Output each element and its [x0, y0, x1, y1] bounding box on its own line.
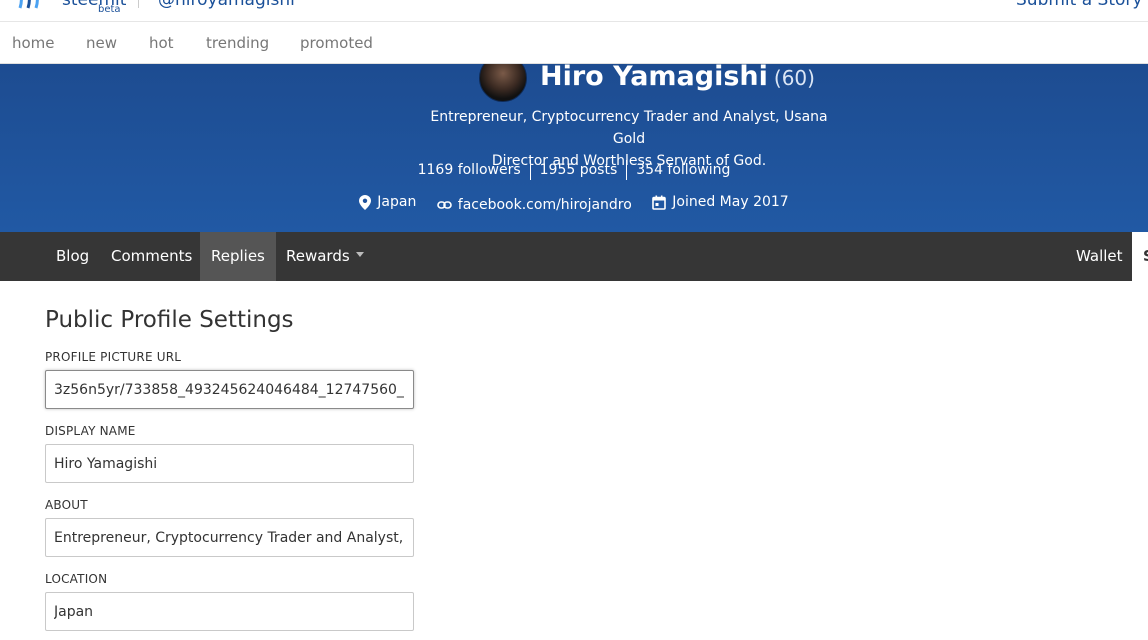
tab-settings-label: S: [1143, 247, 1148, 265]
followers-count[interactable]: 1169 followers: [409, 158, 530, 182]
sort-trending[interactable]: trending: [206, 34, 269, 52]
tab-comments[interactable]: Comments: [100, 232, 203, 281]
profile-name-text: Hiro Yamagishi: [540, 64, 768, 92]
tab-replies-label: Replies: [211, 247, 265, 265]
tab-rewards[interactable]: Rewards: [275, 232, 375, 281]
steemit-logo-icon[interactable]: [16, 0, 46, 12]
following-count[interactable]: 354 following: [627, 158, 739, 182]
profile-tabs: Blog Comments Replies Rewards Wallet: [0, 232, 1132, 281]
profile-name: Hiro Yamagishi (60): [540, 64, 815, 92]
profile-picture-label: PROFILE PICTURE URL: [45, 350, 182, 364]
calendar-icon: [652, 195, 667, 210]
profile-stats: 1169 followers 1955 posts 354 following: [0, 158, 1148, 182]
profile-banner: Hiro Yamagishi (60) Entrepreneur, Cryptoc…: [0, 64, 1148, 232]
posts-count: 1955 posts: [539, 162, 618, 178]
beta-label: beta: [98, 4, 121, 15]
reputation-score: (60): [773, 66, 815, 90]
avatar[interactable]: [479, 64, 527, 102]
tab-wallet[interactable]: Wallet: [1065, 232, 1134, 281]
profile-joined: Joined May 2017: [652, 194, 789, 210]
website-link[interactable]: facebook.com/hirojandro: [458, 197, 632, 213]
tab-blog-label: Blog: [56, 247, 90, 265]
about-input[interactable]: [45, 518, 414, 557]
link-icon: [436, 200, 452, 209]
tab-comments-label: Comments: [111, 247, 193, 265]
display-name-input[interactable]: [45, 444, 414, 483]
sort-new[interactable]: new: [86, 34, 117, 52]
sort-home[interactable]: home: [12, 34, 55, 52]
profile-meta: Japan facebook.com/hirojandro Joined May…: [0, 194, 1148, 214]
tab-replies[interactable]: Replies: [200, 232, 276, 281]
sort-nav: home new hot trending promoted: [0, 22, 1148, 64]
profile-about-line: Entrepreneur, Cryptocurrency Trader and …: [430, 109, 828, 147]
brand-divider: [138, 0, 139, 8]
chevron-down-icon: [355, 252, 364, 257]
location-text: Japan: [377, 194, 417, 210]
tab-wallet-label: Wallet: [1076, 247, 1123, 265]
display-name-label: DISPLAY NAME: [45, 424, 136, 438]
tab-settings[interactable]: S: [1132, 232, 1148, 281]
header-username[interactable]: @hiroyamagishi: [158, 0, 295, 10]
about-label: ABOUT: [45, 498, 88, 512]
tab-rewards-label: Rewards: [286, 247, 350, 265]
location-pin-icon: [359, 194, 372, 210]
profile-location: Japan: [359, 194, 416, 210]
location-input[interactable]: [45, 592, 414, 631]
submit-story-link[interactable]: Submit a Story: [1016, 0, 1142, 10]
search-icon[interactable]: [968, 0, 984, 6]
page-title: Public Profile Settings: [45, 307, 294, 333]
site-header: steemit beta @hiroyamagishi Submit a Sto…: [0, 0, 1148, 22]
location-label: LOCATION: [45, 572, 108, 586]
sort-promoted[interactable]: promoted: [300, 34, 373, 52]
profile-picture-input[interactable]: [45, 370, 414, 409]
tab-blog[interactable]: Blog: [45, 232, 100, 281]
joined-date: Joined May 2017: [672, 194, 789, 210]
profile-website[interactable]: facebook.com/hirojandro: [436, 197, 632, 213]
sort-hot[interactable]: hot: [149, 34, 174, 52]
